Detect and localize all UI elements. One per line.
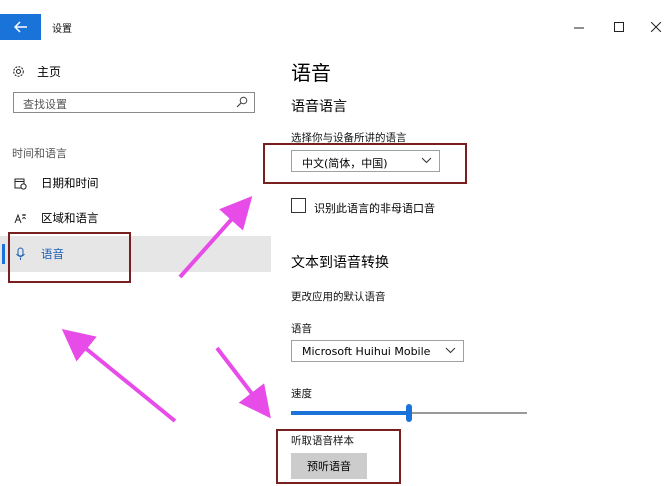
sidebar: 主页 查找设置 时间和语言 日期和时间 区域和语言 语音 <box>0 44 271 486</box>
back-button[interactable] <box>0 14 41 40</box>
chevron-down-icon <box>445 347 456 354</box>
search-placeholder: 查找设置 <box>23 98 67 111</box>
maximize-button[interactable] <box>611 20 627 34</box>
sidebar-item-label: 区域和语言 <box>41 211 99 225</box>
non-native-accent-checkbox[interactable] <box>291 198 306 213</box>
search-input[interactable]: 查找设置 <box>13 92 255 113</box>
minimize-icon <box>574 27 584 29</box>
main-content: 语音 语音语言 选择你与设备所讲的语言 中文(简体，中国) 识别此语言的非母语口… <box>271 44 664 486</box>
home-label: 主页 <box>37 64 62 79</box>
sample-label: 听取语音样本 <box>291 435 354 447</box>
speed-slider-fill <box>291 411 409 415</box>
sidebar-item-label: 日期和时间 <box>41 176 99 190</box>
minimize-button[interactable] <box>571 20 587 34</box>
section-label: 时间和语言 <box>12 147 67 160</box>
language-icon <box>13 211 27 225</box>
sidebar-item-date-time[interactable]: 日期和时间 <box>0 165 271 201</box>
sidebar-item-speech[interactable]: 语音 <box>0 236 271 272</box>
choose-language-label: 选择你与设备所讲的语言 <box>291 132 407 144</box>
back-arrow-icon <box>13 21 27 33</box>
preview-voice-button[interactable]: 预听语音 <box>291 453 367 479</box>
chevron-down-icon <box>421 157 432 164</box>
voice-value: Microsoft Huihui Mobile <box>302 345 431 358</box>
tts-heading: 文本到语音转换 <box>291 255 389 271</box>
voice-label: 语音 <box>291 323 312 335</box>
sidebar-item-home[interactable]: 主页 <box>12 61 61 81</box>
gear-icon <box>13 65 24 77</box>
search-icon <box>236 96 248 108</box>
close-button[interactable] <box>648 20 664 34</box>
speed-label: 速度 <box>291 388 312 400</box>
window-title: 设置 <box>52 24 72 35</box>
maximize-icon <box>614 22 624 32</box>
selection-indicator <box>2 244 5 264</box>
speed-slider-thumb[interactable] <box>406 404 412 422</box>
close-icon <box>651 22 661 32</box>
title-bar: 设置 <box>0 0 664 44</box>
voice-dropdown[interactable]: Microsoft Huihui Mobile <box>291 340 464 362</box>
microphone-icon <box>13 247 27 261</box>
speech-language-dropdown[interactable]: 中文(简体，中国) <box>291 150 440 172</box>
non-native-accent-label: 识别此语言的非母语口音 <box>314 202 435 215</box>
page-title: 语音 <box>291 61 331 85</box>
sidebar-item-label: 语音 <box>41 247 64 261</box>
tts-description: 更改应用的默认语音 <box>291 291 386 303</box>
selected-language: 中文(简体，中国) <box>302 157 388 170</box>
sidebar-item-region-language[interactable]: 区域和语言 <box>0 200 271 236</box>
clock-calendar-icon <box>13 176 27 190</box>
speech-language-heading: 语音语言 <box>291 99 347 115</box>
